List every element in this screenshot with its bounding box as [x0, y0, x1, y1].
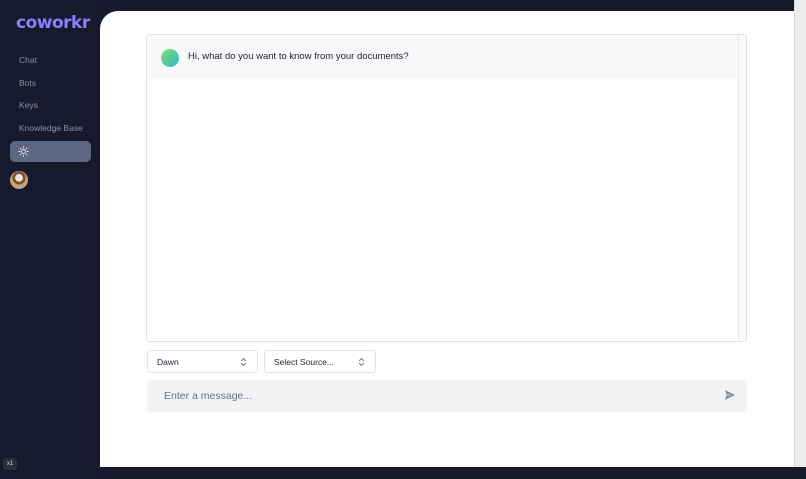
bot-avatar	[161, 49, 179, 67]
sidebar-item-knowledge-base[interactable]: Knowledge Base	[19, 123, 83, 133]
chat-scrollbar[interactable]	[738, 35, 746, 341]
bottom-bar	[100, 467, 806, 479]
chevron-up-down-icon	[358, 357, 365, 367]
source-select-value: Select Source...	[274, 357, 335, 367]
bot-select[interactable]: Dawn	[147, 350, 258, 373]
source-select[interactable]: Select Source...	[264, 350, 376, 373]
sidebar-item-chat[interactable]: Chat	[19, 55, 37, 65]
send-icon[interactable]	[724, 389, 736, 401]
sidebar-item-keys[interactable]: Keys	[19, 100, 38, 110]
corner-badge: x1	[3, 458, 17, 470]
message-input[interactable]	[164, 388, 704, 404]
chat-history: Hi, what do you want to know from your d…	[146, 34, 747, 342]
message-row: Hi, what do you want to know from your d…	[147, 35, 739, 79]
sun-icon	[18, 146, 29, 157]
bot-select-value: Dawn	[157, 357, 179, 367]
theme-toggle-button[interactable]	[10, 141, 91, 162]
bot-message: Hi, what do you want to know from your d…	[188, 51, 409, 62]
window-edge	[794, 0, 806, 479]
chevron-up-down-icon	[240, 357, 247, 367]
user-avatar[interactable]	[10, 171, 28, 189]
message-composer	[147, 380, 747, 412]
app-logo[interactable]: coworkr	[16, 13, 90, 33]
sidebar-item-bots[interactable]: Bots	[19, 78, 36, 88]
sidebar: coworkr Chat Bots Keys Knowledge Base x1	[0, 0, 100, 479]
